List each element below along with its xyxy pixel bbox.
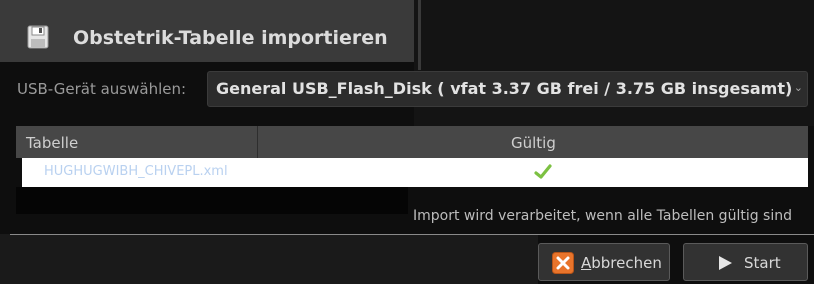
column-header-label: Tabelle (26, 134, 79, 152)
usb-device-select[interactable]: General USB_Flash_Disk ( vfat 3.37 GB fr… (207, 71, 808, 107)
usb-device-label: USB-Gerät auswählen: (17, 80, 187, 98)
start-button[interactable]: Start (683, 243, 808, 281)
floppy-disk-icon (27, 25, 49, 49)
column-header-tabelle[interactable]: Tabelle (16, 126, 258, 158)
play-icon (719, 256, 732, 270)
background-panel (414, 0, 814, 126)
checkmark-icon (534, 164, 552, 179)
dialog-title: Obstetrik-Tabelle importieren (73, 27, 388, 49)
background-panel (0, 234, 538, 284)
column-header-label: Gültig (511, 134, 556, 152)
tables-table: Tabelle Gültig HUGHUGWIBH_CHIVEPL.xml (16, 126, 808, 214)
dialog-titlebar: Obstetrik-Tabelle importieren (0, 0, 414, 62)
table-header: Tabelle Gültig (16, 126, 808, 158)
background-divider (418, 0, 421, 70)
chevron-down-icon: ⌄ (793, 81, 803, 94)
start-button-label: Start (744, 254, 781, 272)
divider (10, 234, 814, 235)
table-name-cell: HUGHUGWIBH_CHIVEPL.xml (44, 164, 228, 179)
usb-device-value: General USB_Flash_Disk ( vfat 3.37 GB fr… (216, 79, 793, 98)
cancel-button-label: Abbrechen (581, 254, 662, 272)
cancel-x-icon (552, 252, 574, 274)
import-status-text: Import wird verarbeitet, wenn alle Tabel… (413, 208, 792, 224)
table-body-empty (16, 187, 408, 214)
cancel-button[interactable]: Abbrechen (538, 243, 670, 281)
table-row[interactable]: HUGHUGWIBH_CHIVEPL.xml (22, 158, 808, 187)
column-header-gueltig[interactable]: Gültig (258, 126, 808, 158)
